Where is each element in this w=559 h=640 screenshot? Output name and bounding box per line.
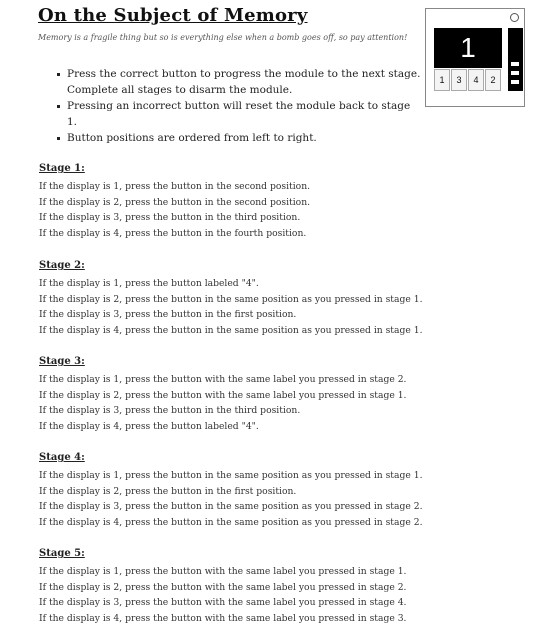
stage-heading: Stage 2:	[39, 260, 85, 271]
rules-list: Press the correct button to progress the…	[52, 66, 422, 146]
module-button-2: 3	[451, 69, 467, 91]
stage-heading: Stage 3:	[39, 356, 85, 367]
stage-rule: If the display is 2, press the button wi…	[39, 581, 407, 593]
stage-rule: If the display is 4, press the button in…	[39, 516, 423, 528]
stage-4-section: Stage 4: If the display is 1, press the …	[39, 452, 422, 530]
module-button-1: 1	[434, 69, 450, 91]
stage-rule: If the display is 1, press the button in…	[39, 470, 423, 481]
module-button-4: 2	[485, 69, 501, 91]
stage-rule: If the display is 4, press the button in…	[39, 324, 423, 336]
stage-rule: If the display is 1, press the button la…	[39, 278, 259, 289]
module-button-3: 4	[468, 69, 484, 91]
status-led-icon	[510, 13, 519, 22]
stage-rule: If the display is 2, press the button wi…	[39, 389, 407, 401]
stage-rule: If the display is 3, press the button in…	[39, 405, 301, 416]
stage-heading: Stage 4:	[39, 452, 85, 463]
module-buttons: 1 3 4 2	[434, 69, 501, 91]
stage-rule: If the display is 2, press the button in…	[39, 293, 423, 305]
flavor-text: Memory is a fragile thing but so is ever…	[38, 33, 408, 42]
stage-rule: If the display is 1, press the button wi…	[39, 374, 407, 385]
stage-lamp-icon	[511, 80, 519, 84]
stage-rule: If the display is 4, press the button wi…	[39, 612, 407, 624]
stage-lamp-icon	[511, 62, 519, 66]
stage-indicator	[508, 28, 523, 91]
rule-item: Press the correct button to progress the…	[52, 66, 422, 98]
memory-module-illustration: 1 1 3 4 2	[425, 8, 525, 107]
stage-rule: If the display is 4, press the button in…	[39, 227, 307, 239]
stage-rule: If the display is 1, press the button wi…	[39, 566, 407, 577]
stage-5-section: Stage 5: If the display is 1, press the …	[39, 548, 406, 626]
rule-item: Pressing an incorrect button will reset …	[52, 98, 422, 130]
stage-rule: If the display is 3, press the button in…	[39, 212, 301, 223]
stage-heading: Stage 1:	[39, 163, 85, 174]
stage-rule: If the display is 3, press the button wi…	[39, 597, 407, 608]
stage-rule: If the display is 2, press the button in…	[39, 196, 311, 208]
stage-rule: If the display is 2, press the button in…	[39, 485, 297, 497]
stage-2-section: Stage 2: If the display is 1, press the …	[39, 260, 422, 338]
stage-lamp-icon	[511, 71, 519, 75]
stage-rule: If the display is 4, press the button la…	[39, 420, 259, 432]
stage-rule: If the display is 1, press the button in…	[39, 181, 311, 192]
stage-rule: If the display is 3, press the button in…	[39, 309, 297, 320]
stage-rule: If the display is 3, press the button in…	[39, 501, 423, 512]
stage-heading: Stage 5:	[39, 548, 85, 559]
module-display: 1	[434, 28, 502, 68]
rule-item: Button positions are ordered from left t…	[52, 130, 422, 146]
stage-3-section: Stage 3: If the display is 1, press the …	[39, 356, 406, 434]
stage-1-section: Stage 1: If the display is 1, press the …	[39, 163, 310, 241]
page-title: On the Subject of Memory	[38, 5, 308, 26]
